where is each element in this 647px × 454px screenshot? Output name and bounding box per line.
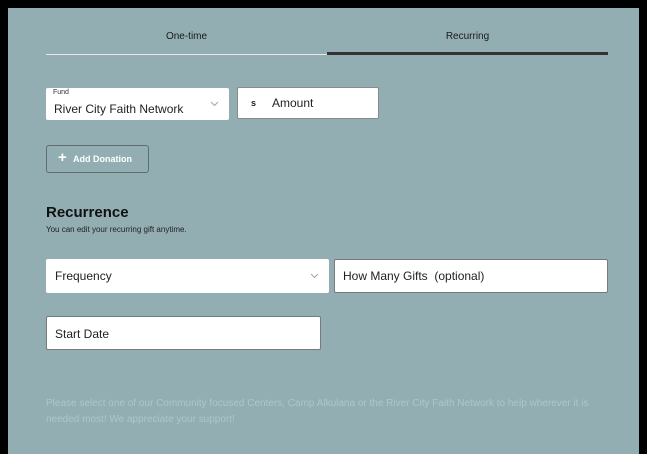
start-date-placeholder: Start Date xyxy=(55,327,110,341)
frequency-select[interactable]: Frequency xyxy=(46,259,329,293)
add-donation-label: Add Donation xyxy=(73,154,132,164)
frequency-tabs: One-time Recurring xyxy=(46,26,608,55)
amount-placeholder: Amount xyxy=(272,96,314,110)
fund-label: Fund xyxy=(53,89,69,96)
tab-recurring[interactable]: Recurring xyxy=(327,26,608,55)
recurrence-heading: Recurrence xyxy=(46,204,129,221)
gift-count-input[interactable]: How Many Gifts (optional) xyxy=(334,259,608,293)
start-date-input[interactable]: Start Date xyxy=(46,316,321,350)
donation-form: One-time Recurring Fund River City Faith… xyxy=(8,8,639,454)
tab-one-time[interactable]: One-time xyxy=(46,26,327,55)
fund-select[interactable]: Fund River City Faith Network xyxy=(46,88,229,120)
recurrence-subtitle: You can edit your recurring gift anytime… xyxy=(46,225,187,234)
frequency-placeholder: Frequency xyxy=(55,269,112,283)
currency-symbol: s xyxy=(251,98,257,108)
chevron-down-icon xyxy=(210,101,219,107)
gift-count-placeholder: How Many Gifts (optional) xyxy=(343,269,485,283)
add-donation-button[interactable]: + Add Donation xyxy=(46,145,149,173)
amount-input[interactable]: s Amount xyxy=(237,87,379,119)
plus-icon: + xyxy=(58,149,67,166)
chevron-down-icon xyxy=(310,273,319,279)
fund-value: River City Faith Network xyxy=(54,102,184,116)
help-note: Please select one of our Community focus… xyxy=(46,398,589,425)
